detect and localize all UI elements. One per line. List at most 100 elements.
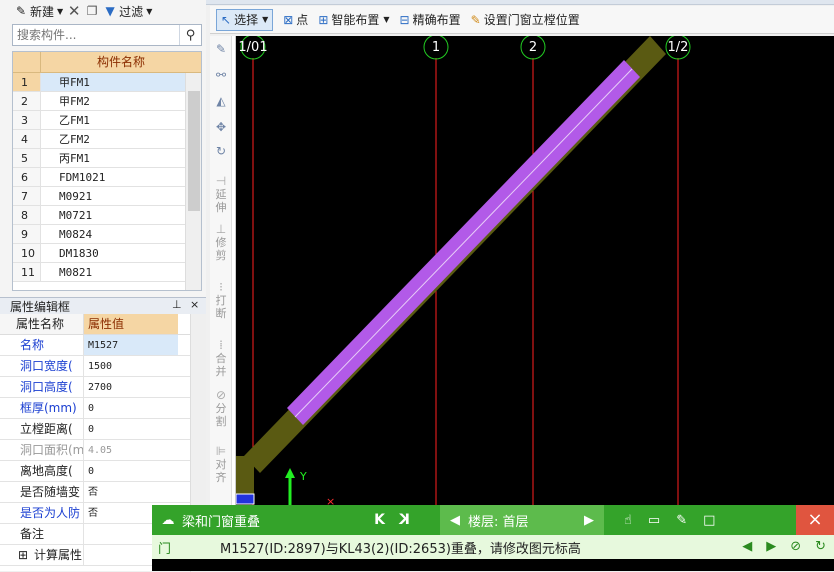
- component-toolbar: ✎ 新建 ▼ ✕ ❐ ▼ 过滤 ▼: [0, 0, 206, 22]
- component-row[interactable]: 6 FDM1021: [13, 168, 201, 187]
- property-row[interactable]: 是否随墙变否: [0, 482, 206, 503]
- component-row[interactable]: 1 甲FM1: [13, 73, 201, 92]
- expand-icon[interactable]: ⊞: [18, 545, 28, 566]
- copy-button[interactable]: ❐: [85, 4, 99, 18]
- component-panel: ✎ 新建▼ ✕ ❐ ▼ 过滤▼ ⚲ 构件名称 1甲FM12 甲FM2 3 乙FM1 4 乙…: [0, 0, 206, 572]
- smart-layout-button[interactable]: ⊞ 智能布置 ▼: [318, 11, 389, 28]
- search-icon[interactable]: ⚲: [179, 25, 201, 45]
- door-center-line: [294, 68, 633, 418]
- row-number: 4: [13, 130, 41, 148]
- search-input[interactable]: [13, 25, 179, 45]
- component-row[interactable]: 2 甲FM2: [13, 92, 201, 111]
- property-value[interactable]: M1527: [84, 335, 178, 355]
- split-button[interactable]: ⊘ 分割: [210, 388, 232, 428]
- component-row[interactable]: 4 乙FM2: [13, 130, 201, 149]
- drawing-canvas[interactable]: 1/01 1 2 1/2 Y ×: [236, 36, 834, 571]
- property-row[interactable]: 名称 M1527: [0, 335, 206, 356]
- component-row[interactable]: 8 M0721: [13, 206, 201, 225]
- property-row[interactable]: 洞口高度(2700: [0, 377, 206, 398]
- floor-prev-icon[interactable]: ◀: [450, 513, 460, 528]
- component-name: FDM1021: [59, 171, 106, 184]
- floor-next-icon[interactable]: ▶: [584, 513, 594, 528]
- property-name: 框厚(mm): [0, 398, 84, 418]
- prev-message-icon[interactable]: ◀: [742, 535, 752, 559]
- component-row[interactable]: 9 M0824: [13, 225, 201, 244]
- property-name: 离地高度(: [0, 461, 84, 481]
- property-value[interactable]: 4.05: [84, 440, 178, 460]
- property-value[interactable]: 2700: [84, 377, 178, 397]
- filter-button[interactable]: ▼ 过滤 ▼: [103, 3, 153, 20]
- property-name: 洞口宽度(: [0, 356, 84, 376]
- maximize-icon[interactable]: □: [703, 513, 715, 528]
- property-value[interactable]: 0: [84, 398, 178, 418]
- property-name: 计算属性: [0, 545, 84, 565]
- property-header: 属性名称 属性值: [0, 314, 206, 335]
- property-name: 洞口面积(m: [0, 440, 84, 460]
- row-number: 1: [13, 73, 41, 91]
- property-value[interactable]: 1500: [84, 356, 178, 376]
- point-icon: ⊠: [283, 12, 294, 27]
- property-row[interactable]: 立樘距离(0: [0, 419, 206, 440]
- component-row[interactable]: 10 DM1830: [13, 244, 201, 263]
- set-door-window-position-button[interactable]: ✎ 设置门窗立樘位置: [471, 11, 580, 28]
- ignore-icon[interactable]: ⊘: [790, 535, 801, 559]
- component-scrollbar[interactable]: [185, 73, 201, 290]
- component-row[interactable]: 3 乙FM1: [13, 111, 201, 130]
- extend-icon: ⊣: [215, 174, 227, 188]
- floor-label: 楼层: 首层: [468, 514, 529, 530]
- row-number: 2: [13, 92, 41, 110]
- notification-message[interactable]: 门 M1527(ID:2897)与KL43(2)(ID:2653)重叠，请修改图…: [152, 535, 834, 559]
- refresh-icon[interactable]: ↻: [815, 535, 826, 559]
- property-row[interactable]: 洞口面积(m 4.05: [0, 440, 206, 461]
- next-message-icon[interactable]: ▶: [766, 535, 776, 559]
- pin-icon[interactable]: ⊥: [172, 298, 182, 311]
- precise-layout-button[interactable]: ⊟ 精确布置: [400, 11, 461, 28]
- canvas-bottom: [152, 559, 834, 571]
- component-row[interactable]: 5 丙FM1: [13, 149, 201, 168]
- trim-button[interactable]: ⊥ 修剪: [210, 222, 232, 262]
- brush-icon[interactable]: ✎: [210, 42, 232, 56]
- component-row[interactable]: 11 M0821: [13, 263, 201, 282]
- row-number: 6: [13, 168, 41, 186]
- row-number: 11: [13, 263, 41, 281]
- merge-icon: ⁞: [219, 338, 223, 352]
- property-value[interactable]: 0: [84, 419, 178, 439]
- point-button[interactable]: ⊠ 点: [283, 11, 308, 28]
- comment-icon[interactable]: ▭: [648, 513, 660, 528]
- select-button[interactable]: ↖ 选择 ▼: [216, 8, 274, 31]
- edit-icon[interactable]: ✎: [676, 513, 687, 528]
- extend-button[interactable]: ⊣ 延伸: [210, 174, 232, 214]
- modify-toolstrip: ✎ ⚯ ◭ ✥ ↻ ⊣ 延伸 ⊥ 修剪 ⁝ 打断 ⁞ 合并 ⊘ 分割 ⊫ 对齐: [210, 36, 232, 571]
- merge-button[interactable]: ⁞ 合并: [210, 338, 232, 378]
- issue-text: M1527(ID:2897)与KL43(2)(ID:2653)重叠，请修改图元标…: [220, 541, 581, 557]
- delete-button[interactable]: ✕: [67, 4, 81, 19]
- thumbs-up-icon[interactable]: ☝: [624, 513, 632, 528]
- property-row[interactable]: 离地高度(0: [0, 461, 206, 482]
- floor-selector[interactable]: ◀ 楼层: 首层 ▶: [440, 505, 604, 535]
- align-button[interactable]: ⊫ 对齐: [210, 444, 232, 484]
- break-button[interactable]: ⁝ 打断: [210, 280, 232, 320]
- new-button[interactable]: ✎ 新建 ▼: [14, 3, 63, 20]
- notification-close-button[interactable]: ×: [796, 505, 834, 535]
- copy-entity-icon[interactable]: ⚯: [210, 68, 232, 82]
- axis-label-1: 1: [432, 40, 440, 55]
- scrollbar-thumb[interactable]: [188, 91, 200, 211]
- property-value[interactable]: 0: [84, 461, 178, 481]
- rotate-icon[interactable]: ↻: [210, 144, 232, 158]
- move-icon[interactable]: ✥: [210, 120, 232, 134]
- property-value[interactable]: 否: [84, 482, 178, 502]
- trim-icon: ⊥: [215, 222, 227, 236]
- row-number: 8: [13, 206, 41, 224]
- component-row[interactable]: 7 M0921: [13, 187, 201, 206]
- property-name: 立樘距离(: [0, 419, 84, 439]
- last-issue-button[interactable]: K: [399, 512, 410, 528]
- mirror-icon[interactable]: ◭: [210, 94, 232, 108]
- property-row[interactable]: 洞口宽度(1500: [0, 356, 206, 377]
- close-icon[interactable]: ×: [190, 298, 199, 311]
- property-row[interactable]: 框厚(mm) 0: [0, 398, 206, 419]
- draw-toolbar: ↖ 选择 ▼ ⊠ 点 ⊞ 智能布置 ▼ ⊟ 精确布置 ✎ 设置门窗立樘位置: [210, 6, 834, 34]
- filter-icon: ▼: [105, 4, 115, 18]
- align-icon: ⊫: [215, 444, 227, 458]
- property-name: 备注: [0, 524, 84, 544]
- first-issue-button[interactable]: K: [374, 512, 385, 528]
